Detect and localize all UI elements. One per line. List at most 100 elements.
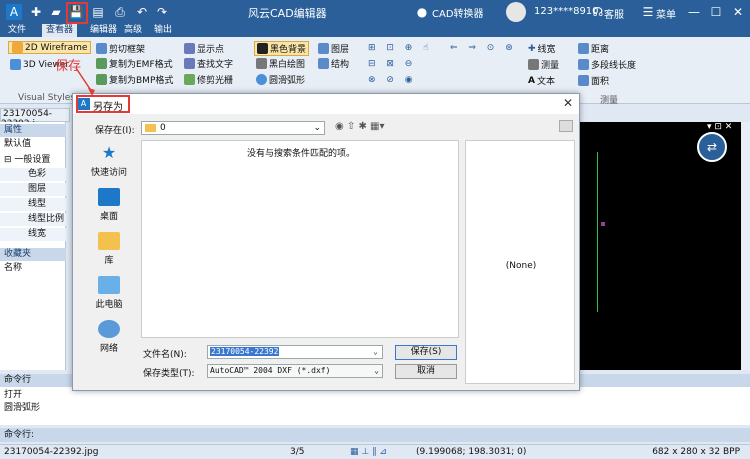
open-folder-icon[interactable]: ▰ <box>48 4 64 20</box>
black-bg-icon <box>257 43 268 54</box>
new-file-icon[interactable]: ✚ <box>28 4 44 20</box>
close-icon[interactable]: ✕ <box>730 4 746 20</box>
save-in-label: 保存在(I): <box>95 126 135 136</box>
chevron-down-icon: ⌄ <box>373 347 378 356</box>
place-desktop[interactable]: 桌面 <box>81 188 137 222</box>
menu-icon[interactable]: ☰ <box>640 4 656 20</box>
vertical-scrollbar[interactable] <box>741 122 750 370</box>
cad-converter-link[interactable]: CAD转换器 <box>432 5 484 20</box>
view-tools[interactable]: ⊟ ⊠ ⊖ <box>368 59 416 69</box>
avatar[interactable] <box>506 2 526 22</box>
properties-header: 属性 <box>0 124 66 137</box>
title-bar: A ✚ ▰ 💾 ▤ ⎙ ↶ ↷ 风云CAD编辑器 ● CAD转换器 123***… <box>0 0 750 24</box>
tab-output[interactable]: 输出 <box>150 24 176 37</box>
copy-bmp-button[interactable]: 复制为BMP格式 <box>96 73 173 86</box>
arc-icon <box>256 74 267 85</box>
structure-button[interactable]: 结构 <box>318 57 349 70</box>
prop-layer[interactable]: 图层 <box>0 183 66 196</box>
command-log-line: 圆滑弧形 <box>4 403 41 413</box>
status-image-info: 682 x 280 x 32 BPP <box>652 447 740 457</box>
general-settings-section[interactable]: ⊟ 一般设置 <box>0 154 66 167</box>
save-in-dropdown[interactable]: 0 ⌄ <box>141 121 325 135</box>
minimize-icon[interactable]: — <box>686 4 702 20</box>
maximize-icon[interactable]: ☐ <box>708 4 724 20</box>
converter-icon[interactable]: ● <box>414 4 430 20</box>
polyline-icon <box>578 59 589 70</box>
polyline-length-button[interactable]: 多段线长度 <box>578 58 636 71</box>
filename-label: 文件名(N): <box>143 350 187 360</box>
command-input-bar[interactable]: 命令行: <box>0 428 750 442</box>
black-background-button[interactable]: 黑色背景 <box>254 41 310 56</box>
menu-link[interactable]: 菜单 <box>656 6 676 21</box>
print-icon[interactable]: ⎙ <box>112 4 128 20</box>
layers-button[interactable]: 图层 <box>318 42 349 55</box>
folder-icon <box>145 124 156 132</box>
zoom-tools[interactable]: ⊞ ⊡ ⊕ ☝ <box>368 43 433 53</box>
trim-raster-button[interactable]: 修剪光栅 <box>184 73 233 86</box>
text-button[interactable]: A 文本 <box>528 74 555 88</box>
file-list[interactable]: 没有与搜索条件匹配的项。 <box>141 140 459 338</box>
app-logo-icon: A <box>6 4 22 20</box>
nav-arrows[interactable]: ⇐ ⇒ ⊙ ⊛ <box>450 43 517 53</box>
clip-frame-button[interactable]: 剪切框架 <box>96 42 145 55</box>
bw-icon <box>256 58 267 69</box>
prop-color[interactable]: 色彩 <box>0 168 66 181</box>
save-highlight-box <box>66 2 88 24</box>
tab-advanced[interactable]: 高级 <box>120 24 146 37</box>
dialog-title-bar: A 另存为 ✕ <box>73 94 579 114</box>
place-quick-access[interactable]: ★ 快速访问 <box>81 144 137 179</box>
place-this-pc[interactable]: 此电脑 <box>81 276 137 310</box>
drawing-canvas[interactable]: ⇄ ▾ ⊡ ✕ <box>573 122 741 370</box>
prop-line-width[interactable]: 线宽 <box>0 228 66 241</box>
measure-button[interactable]: 测量 <box>528 58 559 71</box>
properties-panel: 属性 默认值 ⊟ 一般设置 色彩 图层 线型 线型比例 线宽 收藏夹 名称 <box>0 122 66 370</box>
tab-editor[interactable]: 编辑器 <box>86 24 121 37</box>
document-tab[interactable]: 23170054-22392.j <box>0 108 70 129</box>
2d-wireframe-button[interactable]: 2D Wireframe <box>8 41 92 54</box>
save-button[interactable]: 保存(S) <box>395 345 457 360</box>
area-icon <box>578 75 589 86</box>
favorites-name-column: 名称 <box>4 263 23 273</box>
show-points-button[interactable]: 显示点 <box>184 42 224 55</box>
canvas-window-controls[interactable]: ▾ ⊡ ✕ <box>707 122 732 132</box>
user-name[interactable]: 123****8910 <box>534 6 599 17</box>
filename-input[interactable]: 23170054-22392 ⌄ <box>207 345 383 359</box>
prop-linetype[interactable]: 线型 <box>0 198 66 211</box>
distance-icon <box>578 43 589 54</box>
line-width-button[interactable]: ✚ 线宽 <box>528 42 556 56</box>
redo-icon[interactable]: ↷ <box>154 4 170 20</box>
prop-linetype-scale[interactable]: 线型比例 <box>0 213 66 226</box>
preview-toggle-icon[interactable] <box>559 120 573 132</box>
layers-icon <box>318 43 329 54</box>
undo-icon[interactable]: ↶ <box>134 4 150 20</box>
place-library[interactable]: 库 <box>81 232 137 266</box>
place-network[interactable]: 网络 <box>81 320 137 354</box>
tab-file[interactable]: 文件 <box>4 24 30 37</box>
copy-emf-button[interactable]: 复制为EMF格式 <box>96 57 173 70</box>
translate-icon[interactable]: ⇄ <box>697 132 727 162</box>
find-text-button[interactable]: 查找文字 <box>184 57 233 70</box>
find-icon <box>184 58 195 69</box>
save-as-icon[interactable]: ▤ <box>90 4 106 20</box>
chevron-down-icon: ⌄ <box>313 123 321 133</box>
dialog-close-icon[interactable]: ✕ <box>563 96 573 110</box>
measure-group-label: 测量 <box>600 96 619 106</box>
orbit-tools[interactable]: ⊗ ⊘ ◉ <box>368 75 417 85</box>
bw-drawing-button[interactable]: 黑白绘图 <box>256 57 305 70</box>
cancel-button[interactable]: 取消 <box>395 364 457 379</box>
snap-icons[interactable]: ▦ ⊥ ∥ ⊿ <box>350 445 387 459</box>
app-title: 风云CAD编辑器 <box>248 7 327 20</box>
folder-nav-icons[interactable]: ◉ ⇧ ✱ ▦▾ <box>335 121 385 132</box>
tab-viewer[interactable]: 查看器 <box>42 24 78 37</box>
service-link[interactable]: 客服 <box>604 6 624 21</box>
dialog-body: 保存在(I): 0 ⌄ ◉ ⇧ ✱ ▦▾ ★ 快速访问 桌面 库 此电脑 网络 没… <box>73 114 579 390</box>
distance-button[interactable]: 距离 <box>578 42 609 55</box>
command-log: 打开 圆滑弧形 <box>0 387 750 425</box>
area-button[interactable]: 面积 <box>578 74 609 87</box>
save-as-dialog: A 另存为 ✕ 保存在(I): 0 ⌄ ◉ ⇧ ✱ ▦▾ ★ 快速访问 桌面 库 … <box>72 93 580 391</box>
smooth-arc-button[interactable]: 圆滑弧形 <box>256 73 305 86</box>
chevron-down-icon: ⌄ <box>374 366 379 375</box>
filetype-dropdown[interactable]: AutoCAD™ 2004 DXF (*.dxf) ⌄ <box>207 364 383 378</box>
ruler-icon <box>528 59 539 70</box>
status-coords: (9.199068; 198.3031; 0) <box>416 447 527 457</box>
